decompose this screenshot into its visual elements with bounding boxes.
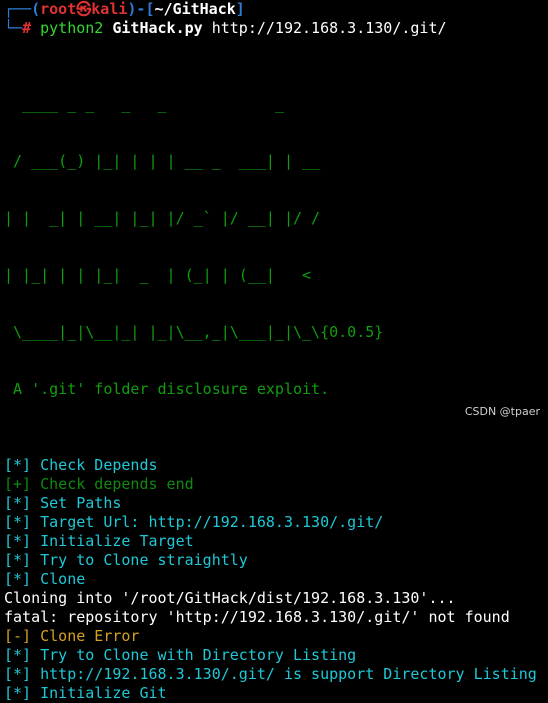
command-interpreter: python2 <box>40 19 104 37</box>
output-line: Cloning into '/root/GitHack/dist/192.168… <box>4 589 456 607</box>
banner-line: ____ _ _ _ _ _ <box>4 95 284 113</box>
prompt-close-bracket: ] <box>235 0 245 18</box>
command-argument: http://192.168.3.130/.git/ <box>211 19 447 37</box>
output-line: [*] Target Url: http://192.168.3.130/.gi… <box>4 513 384 531</box>
output-line: fatal: repository 'http://192.168.3.130/… <box>4 608 510 626</box>
banner-line: | |_| | | |_| _ | (_| | (__| < <box>4 266 312 284</box>
output-line: [*] http://192.168.3.130/.git/ is suppor… <box>4 665 537 683</box>
banner-line: \____|_|\__|_| |_|\__,_|\___|_|\_\{0.0.5… <box>4 323 384 341</box>
prompt-header-line: ┌──(root㉿kali)-[~/GitHack] <box>4 0 548 19</box>
prompt-hash: # <box>22 19 32 37</box>
output-line: [*] Check Depends <box>4 456 158 474</box>
output-line: [*] Try to Clone with Directory Listing <box>4 646 357 664</box>
terminal-window[interactable]: ┌──(root㉿kali)-[~/GitHack] └─# python2 G… <box>4 0 548 703</box>
banner-line: / ___(_) |_| | | | __ _ ___| | __ <box>4 152 321 170</box>
output-line: [-] Clone Error <box>4 627 140 645</box>
banner-tagline: A '.git' folder disclosure exploit. <box>4 380 330 398</box>
prompt-top-prefix: ┌──( <box>4 0 41 18</box>
prompt-path: ~/GitHack <box>154 0 236 18</box>
prompt-separator: )-[ <box>127 0 155 18</box>
output-line: [*] Initialize Target <box>4 532 194 550</box>
terminal-output: [*] Check Depends [+] Check depends end … <box>4 456 548 703</box>
command-line[interactable]: └─# python2 GitHack.py http://192.168.3.… <box>4 19 548 38</box>
command-script: GitHack.py <box>112 19 203 37</box>
output-line: [*] Clone <box>4 570 86 588</box>
output-line: [*] Set Paths <box>4 494 122 512</box>
banner-line: | | _| | __| |_| |/ _` |/ __| |/ / <box>4 209 321 227</box>
output-line: [*] Initialize Git <box>4 684 167 702</box>
prompt-bottom-prefix: └─ <box>4 19 23 37</box>
output-line: [+] Check depends end <box>4 475 194 493</box>
prompt-host: kali <box>91 0 128 18</box>
prompt-at-symbol: ㉿ <box>76 0 92 18</box>
ascii-banner: ____ _ _ _ _ _ / ___(_) |_| | | | __ _ _… <box>4 57 548 437</box>
prompt-user: root <box>40 0 77 18</box>
output-line: [*] Try to Clone straightly <box>4 551 248 569</box>
watermark: CSDN @tpaer <box>464 405 540 418</box>
